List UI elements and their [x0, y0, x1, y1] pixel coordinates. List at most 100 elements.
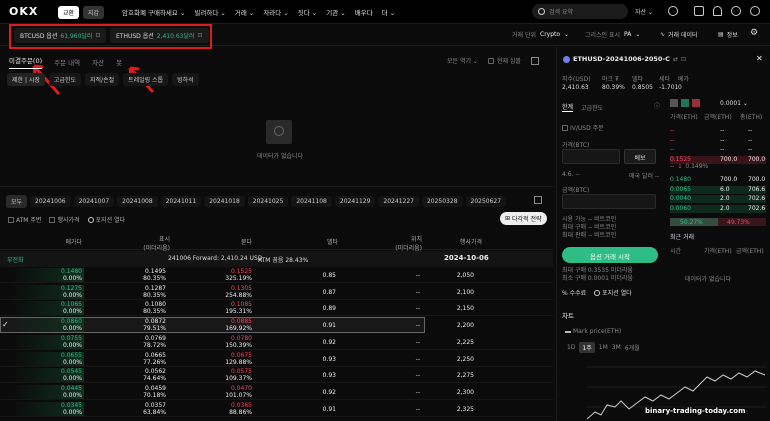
tab-order-history[interactable]: 주문 내역 [54, 57, 80, 67]
chain-row[interactable]: 0.1275 0.00% 0.1287 80.35% 0.1305 254.88% 0.87… [0, 284, 553, 300]
menu-trade[interactable]: 거래 ⌄ [235, 7, 254, 17]
expand-icon[interactable] [534, 196, 542, 204]
tab-open-orders[interactable]: 미결주문(0) [9, 55, 43, 69]
book-view-bids-icon[interactable] [681, 99, 689, 107]
tab-advanced[interactable]: 고급한도 [581, 103, 603, 112]
expiry-date[interactable]: 20241129 [334, 196, 376, 207]
chain-row[interactable]: ✓ 0.0860 0.00% 0.0872 79.51% 0.0885 169.92% 0.9… [0, 317, 474, 334]
chain-row[interactable]: 0.0755 0.00% 0.0769 78.72% 0.0780 150.39% 0.92… [0, 334, 553, 350]
menu-build[interactable]: 짓다 ⌄ [298, 7, 317, 17]
panel-symbol[interactable]: ETHUSD-20241006-2050-C [573, 55, 670, 63]
expiry-date[interactable]: 20250627 [465, 196, 507, 207]
menu-borrow[interactable]: 빌려하다 ⌄ [194, 7, 225, 17]
tab-limit[interactable]: 한계 [562, 102, 574, 112]
close-icon[interactable]: ✕ [756, 54, 763, 63]
expand-icon[interactable] [530, 56, 539, 65]
position-toggle[interactable]: 포지션 열다 [594, 288, 632, 297]
magnifier-icon [274, 126, 284, 136]
search-input[interactable]: 검색 요약 [549, 7, 573, 16]
menu-buy-crypto[interactable]: 암호화폐 구매하세요 ⌄ [122, 7, 185, 17]
all-symbols-select[interactable]: 모든 역기 ⌄ [447, 56, 478, 65]
swap-icon[interactable]: ⇄ [673, 56, 678, 63]
chain-row[interactable]: 0.0545 0.00% 0.0562 74.64% 0.0575 109.37% 0.93… [0, 367, 553, 384]
chain-row[interactable]: 0.0345 0.00% 0.0357 63.84% 0.0365 88.86% 0.91 -… [0, 401, 553, 417]
range-1d[interactable]: 1D [567, 344, 575, 351]
globe-icon[interactable] [750, 6, 760, 16]
expiry-all[interactable]: 모두 [6, 195, 28, 208]
cell: 0.85 [322, 272, 336, 279]
range-1m[interactable]: 1M [599, 344, 608, 351]
chain-row[interactable]: 0.0445 0.00% 0.0459 70.18% 0.0470 101.07% 0.92… [0, 384, 553, 400]
greeks-value[interactable]: PA [624, 31, 631, 38]
trade-data-button[interactable]: ∿ 거래 데이터 [660, 30, 698, 39]
expiry-date[interactable]: 20241025 [247, 196, 289, 207]
book-row[interactable]: 0.0040 2.0 702.6 [670, 195, 766, 203]
book-row[interactable]: -- -- -- [670, 137, 766, 145]
book-row[interactable]: 0.0065 6.0 706.6 [670, 185, 766, 194]
subtab-limit-market[interactable]: 제한 | 시장 [7, 73, 45, 86]
exercise-toggle[interactable]: 행사가격 [49, 215, 80, 224]
assets-menu[interactable]: 자산 ⌄ [635, 7, 653, 16]
download-icon[interactable] [694, 6, 704, 16]
expiry-date[interactable]: 20241007 [73, 196, 115, 207]
stat-value: 2,410.63 [562, 84, 589, 91]
price-input[interactable] [562, 149, 620, 164]
user-icon[interactable] [668, 6, 678, 16]
current-symbol-toggle[interactable]: 현재 심볼 [487, 56, 521, 65]
range-1w[interactable]: 1주 [579, 342, 595, 353]
expiry-date[interactable]: 20241018 [204, 196, 245, 207]
book-row[interactable]: 0.0060 2.0 702.6 [670, 204, 766, 213]
help-icon[interactable] [731, 6, 741, 16]
okx-logo[interactable]: OKX [9, 5, 38, 18]
subtab-advanced[interactable]: 고급한도 [48, 73, 82, 86]
book-row[interactable]: -- -- -- [670, 146, 766, 154]
subtab-trailing[interactable]: 트레일링 스톱 [123, 73, 169, 86]
atm-toggle[interactable]: ATM 주변 [8, 215, 41, 224]
book-view-asks-icon[interactable] [692, 99, 700, 107]
expiry-date[interactable]: 20241006 [30, 196, 71, 207]
menu-institutions[interactable]: 기관 ⌄ [326, 7, 345, 17]
tab-bots[interactable]: 봇 [116, 57, 122, 67]
panel-stats: 지수(USD) 마크 ₮ 델타 세타 베가 2,410.63 80.39% 0.… [562, 74, 732, 96]
cell: 0.93 [322, 355, 336, 363]
menu-more[interactable]: 더 ⌄ [382, 7, 396, 17]
subtab-iceberg[interactable]: 빙하석 [172, 73, 199, 86]
settings-icon[interactable]: ⚙ [750, 28, 758, 38]
book-precision[interactable]: 0.0001 ⌄ [720, 100, 748, 107]
iv-order-toggle[interactable]: IV/USD 주문 [562, 123, 604, 132]
expiry-date[interactable]: 20241011 [160, 196, 202, 207]
expiry-date[interactable]: 20241008 [117, 196, 158, 207]
multi-strategy-button[interactable]: ⊞ 다각적 전략 [500, 212, 547, 225]
menu-learn[interactable]: 배우다 [355, 7, 373, 17]
chain-row[interactable]: 0.1065 0.00% 0.1080 80.35% 0.1085 195.31% 0.89… [0, 300, 553, 317]
search-box[interactable]: 검색 요약 [532, 4, 628, 19]
expiry-date[interactable]: 20241227 [378, 196, 419, 207]
atm-iv: ATM 꿈음 28.43% [258, 257, 309, 264]
expiry-date[interactable]: 20250328 [421, 196, 463, 207]
bell-icon[interactable] [713, 6, 722, 16]
cell: 63.84% [143, 408, 166, 416]
position-toggle[interactable]: 포지션 열다 [87, 215, 125, 224]
unit-selector[interactable]: 거래 단위 Crypto ⌄ [512, 30, 569, 39]
submit-order-button[interactable]: 옵션 거래 시작 [562, 247, 658, 263]
copy-icon[interactable]: ⊡ [681, 56, 686, 63]
menu-grow[interactable]: 자라다 ⌄ [263, 7, 288, 17]
qty-input[interactable] [562, 194, 656, 209]
unit-value[interactable]: Crypto [540, 31, 560, 38]
book-row[interactable]: 0.1480 700.0 700.0 [670, 176, 766, 184]
tab-trade[interactable]: 교환 [58, 6, 80, 19]
tab-wallet[interactable]: 지갑 [83, 6, 105, 19]
range-6m[interactable]: 6개월 [625, 343, 640, 352]
chain-row[interactable]: 0.1480 0.00% 0.1495 80.35% 0.1525 325.19% 0.85… [0, 267, 553, 283]
price-button[interactable]: 베보 [624, 149, 656, 164]
book-row[interactable]: -- -- -- [670, 127, 766, 135]
book-view-both-icon[interactable] [670, 99, 678, 107]
fee-link[interactable]: % 수수료 [562, 288, 586, 297]
subtab-tp-sl[interactable]: 지적/손절 [85, 73, 120, 86]
tab-assets[interactable]: 자산 [92, 57, 104, 67]
range-3m[interactable]: 3M [612, 344, 621, 351]
expiry-date[interactable]: 20241108 [291, 196, 332, 207]
chain-row[interactable]: 0.0655 0.00% 0.0665 77.26% 0.0675 129.88% 0.93… [0, 351, 553, 367]
greeks-selector[interactable]: 그리스인 표시 PA ⌄ [585, 30, 640, 39]
info-button[interactable]: ▤ 정보 [718, 30, 738, 39]
